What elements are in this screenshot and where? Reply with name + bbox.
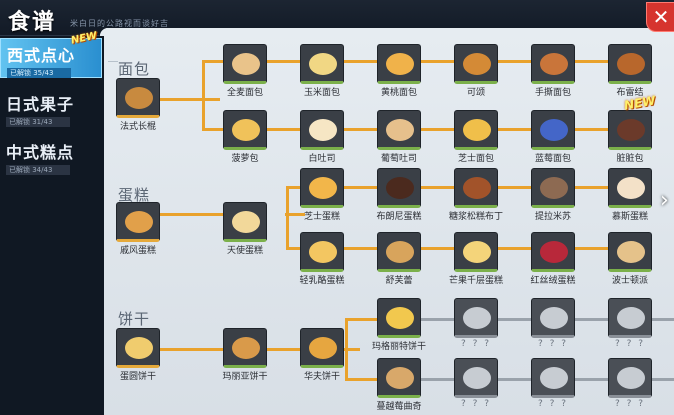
recipe-bread-row2-3[interactable]: 芝士面包 [454,110,498,164]
cheesecake-icon [309,241,337,263]
recipe-angel-cake[interactable]: 天使蛋糕 [223,202,267,256]
cookie-icon [125,337,153,359]
pretzel-icon [617,53,645,75]
locked-cookie-icon [617,367,645,389]
brownie-icon [386,177,414,199]
recipe-bread-row1-1[interactable]: 玉米面包 [300,44,344,98]
recipe-cookie-row2-3[interactable]: ? ? ? [608,358,652,409]
category-sidebar: 西式点心 已解锁 35/43 NEW 日式果子 已解锁 31/43 中式糕点 已… [0,30,104,415]
recipe-cookie-row2-2[interactable]: ? ? ? [531,358,575,409]
recipe-cake-row2-4[interactable]: 波士顿派 [608,232,652,286]
bread-icon [540,53,568,75]
recipe-cake-row1-3[interactable]: 提拉米苏 [531,168,575,222]
cookie-icon [386,307,414,329]
chocolate-bun-icon [617,119,645,141]
cookie-icon [232,337,260,359]
recipe-cake-row2-2[interactable]: 芒果千层蛋糕 [449,232,503,286]
souffle-icon [386,241,414,263]
sidebar-tab-japanese[interactable]: 日式果子 已解锁 31/43 [0,88,102,128]
cookie-icon [386,367,414,389]
recipe-cake-row1-2[interactable]: 糖浆松糕布丁 [449,168,503,222]
recipe-french-baguette[interactable]: 法式长棍 [116,78,160,132]
recipe-bread-row1-3[interactable]: 可颂 [454,44,498,98]
boston-pie-icon [617,241,645,263]
bread-icon [463,119,491,141]
recipe-bread-row1-4[interactable]: 手撕面包 [531,44,575,98]
recipe-cake-row1-4[interactable]: 慕斯蛋糕 [608,168,652,222]
toast-icon [309,119,337,141]
recipe-bread-row1-5[interactable]: 布雷结 [608,44,652,98]
recipe-bread-row2-2[interactable]: 葡萄吐司 [377,110,421,164]
baguette-icon [125,87,153,109]
bread-icon [309,53,337,75]
bread-icon [232,53,260,75]
recipe-waffle-cookie[interactable]: 华夫饼干 [300,328,344,382]
recipe-cake-row2-3[interactable]: 红丝绒蛋糕 [530,232,576,286]
recipe-bread-row2-5[interactable]: 脏脏包 [608,110,652,164]
recipe-maria-cookie[interactable]: 玛丽亚饼干 [222,328,268,382]
recipe-cookie-row1-2[interactable]: ? ? ? [531,298,575,349]
pudding-icon [463,177,491,199]
recipe-egg-cookie[interactable]: 蛋圆饼干 [116,328,160,382]
recipe-chiffon-cake[interactable]: 戚风蛋糕 [116,202,160,256]
locked-cookie-icon [540,367,568,389]
recipe-cake-row2-0[interactable]: 轻乳酪蛋糕 [299,232,345,286]
locked-cookie-icon [463,367,491,389]
recipe-cookie-row2-0[interactable]: 蔓越莓曲奇 [376,358,422,412]
recipe-cookie-row1-1[interactable]: ? ? ? [454,298,498,349]
cake-icon [125,211,153,233]
tiramisu-icon [540,177,568,199]
locked-cookie-icon [463,307,491,329]
recipe-bread-row1-0[interactable]: 全麦面包 [223,44,267,98]
red-velvet-icon [540,241,568,263]
donut-cake-icon [232,211,260,233]
page-title: 食谱 [8,10,57,35]
blueberry-bun-icon [540,119,568,141]
toast-icon [386,119,414,141]
close-icon[interactable]: ✕ [646,2,674,32]
category-label-bread: 面包 [118,60,151,78]
recipe-bread-row2-4[interactable]: 蓝莓面包 [531,110,575,164]
waffle-icon [309,337,337,359]
category-label-cookie: 饼干 [118,310,151,328]
sidebar-tab-chinese[interactable]: 中式糕点 已解锁 34/43 [0,136,102,176]
chevron-right-icon[interactable]: › [660,188,669,213]
recipe-bread-row2-0[interactable]: 菠萝包 [223,110,267,164]
recipe-cookie-row2-1[interactable]: ? ? ? [454,358,498,409]
sidebar-tab-western[interactable]: 西式点心 已解锁 35/43 NEW [0,30,102,78]
recipe-tree-panel: 面包 蛋糕 饼干 法式长棍 全麦面包 玉米面包 黄桃面包 可颂 手撕面包 布雷结… [100,28,674,415]
croissant-icon [463,53,491,75]
locked-cookie-icon [540,307,568,329]
recipe-cookie-row1-0[interactable]: 玛格丽特饼干 [372,298,426,352]
recipe-bread-row2-1[interactable]: 白吐司 [300,110,344,164]
locked-cookie-icon [617,307,645,329]
recipe-tile [116,78,160,118]
bread-icon [232,119,260,141]
cake-slice-icon [309,177,337,199]
recipe-bread-row1-2[interactable]: 黄桃面包 [377,44,421,98]
recipe-cake-row1-1[interactable]: 布朗尼蛋糕 [376,168,422,222]
bread-icon [386,53,414,75]
mille-crepe-icon [463,241,491,263]
recipe-cake-row1-0[interactable]: 芝士蛋糕 [300,168,344,222]
recipe-cookie-row1-3[interactable]: ? ? ? [608,298,652,349]
recipe-cake-row2-1[interactable]: 舒芙蕾 [377,232,421,286]
mousse-cake-icon [617,177,645,199]
